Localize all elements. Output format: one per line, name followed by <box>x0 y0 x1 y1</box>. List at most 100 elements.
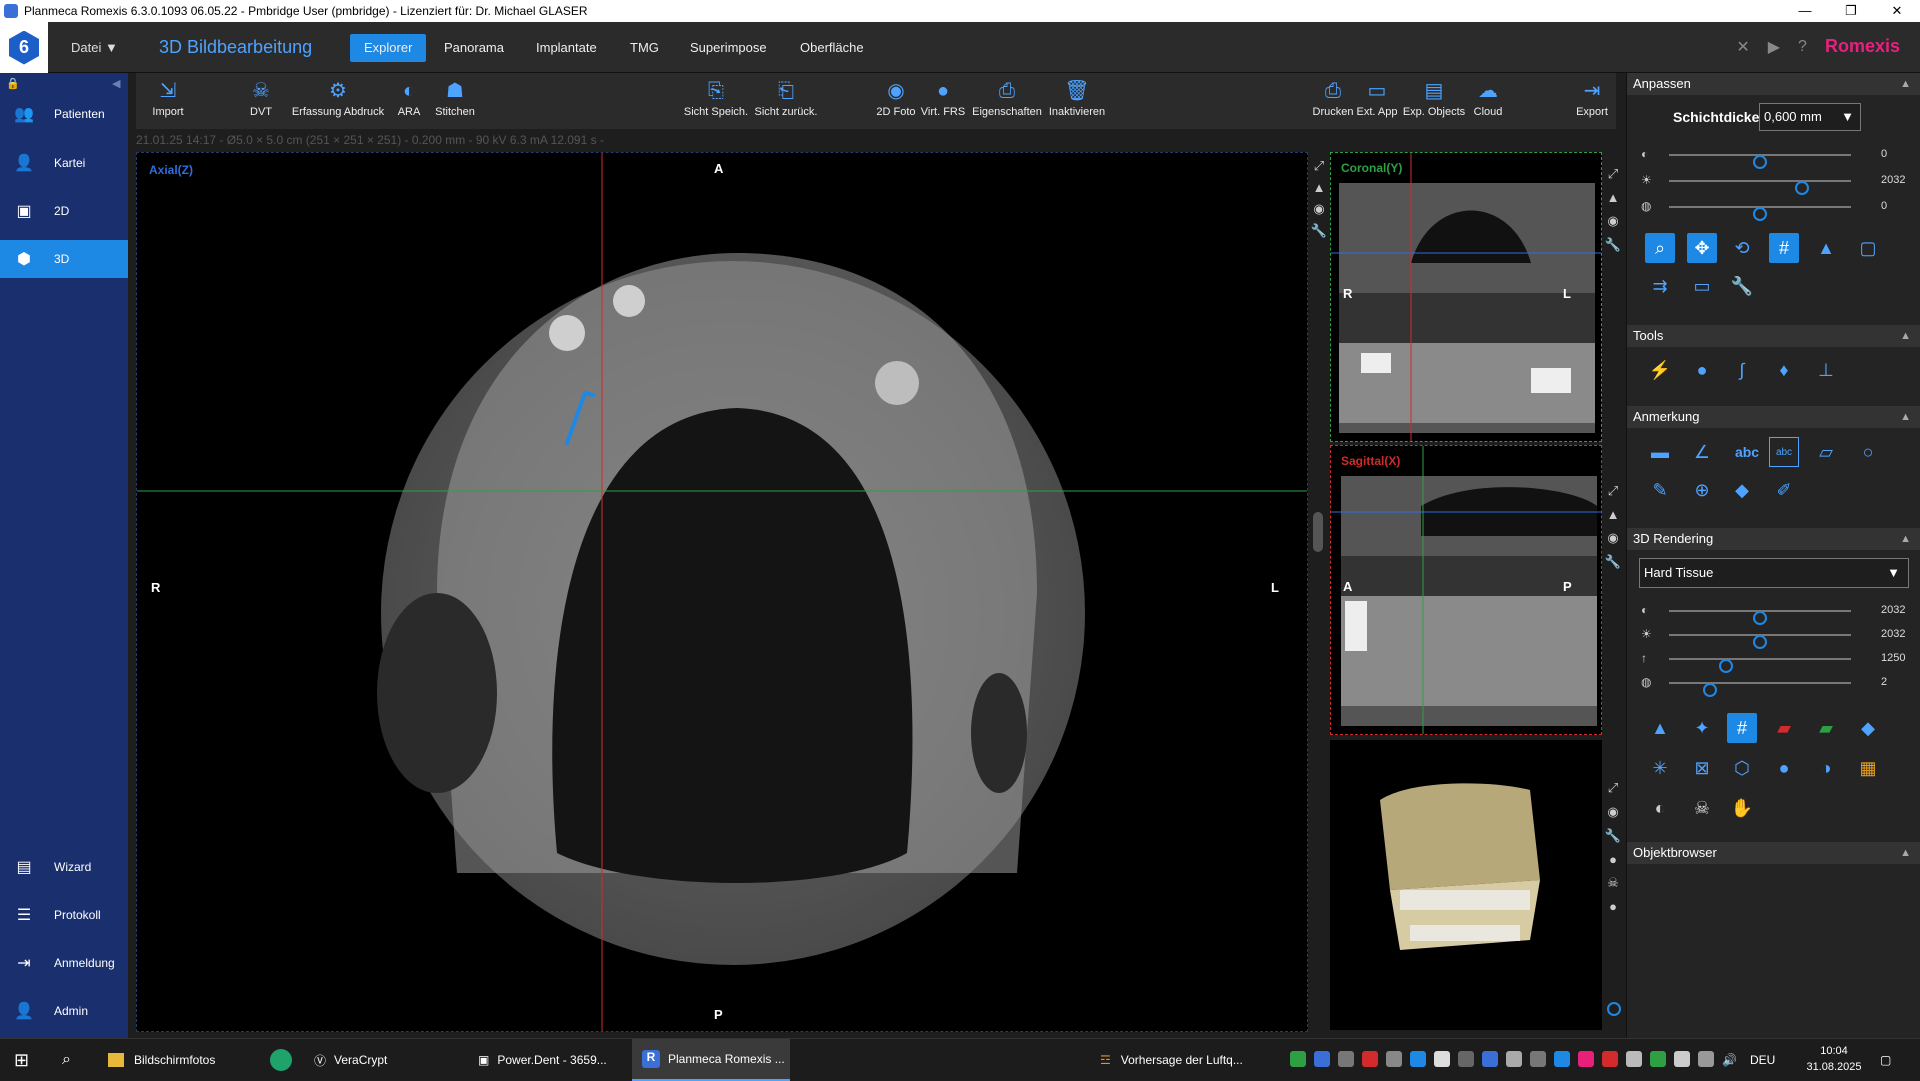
sagittal-plane-icon[interactable]: ▰ <box>1769 713 1799 743</box>
sidebar-item-patienten[interactable]: 👥 Patienten <box>0 95 128 133</box>
text-box-button[interactable]: abc <box>1769 437 1799 467</box>
tray-icon[interactable] <box>1362 1051 1378 1067</box>
histogram-icon[interactable]: ▲ <box>1811 233 1841 263</box>
text-annotation-button[interactable]: abc <box>1727 437 1767 467</box>
curve-tool-icon[interactable]: ∫ <box>1727 355 1757 385</box>
tab-oberflaeche[interactable]: Oberfläche <box>786 34 878 62</box>
camera-icon[interactable]: ◉ <box>1602 213 1624 229</box>
crosshair-tool-icon[interactable]: # <box>1769 233 1799 263</box>
wrench-icon[interactable]: 🔧 <box>1602 828 1624 844</box>
measure-pen-icon[interactable]: ✎ <box>1645 475 1675 505</box>
erfassung-abdruck-button[interactable]: ⚙ Erfassung Abdruck <box>288 79 388 118</box>
camera-icon[interactable]: ◉ <box>1602 530 1624 546</box>
windows-start-icon[interactable]: ⊞ <box>14 1039 38 1081</box>
head-front-icon[interactable]: ● <box>1769 753 1799 783</box>
wrench-icon[interactable]: 🔧 <box>1602 554 1624 570</box>
slider-knob[interactable] <box>1753 155 1767 169</box>
video-icon[interactable]: ▶ <box>1768 37 1780 57</box>
eigenschaften-button[interactable]: ⎙ Eigenschaften <box>970 79 1044 118</box>
sidebar-item-kartei[interactable]: 👤 Kartei <box>0 144 128 182</box>
tray-icon[interactable] <box>1650 1051 1666 1067</box>
slider-knob[interactable] <box>1753 207 1767 221</box>
cloud-button[interactable]: ☁ Cloud <box>1470 79 1506 118</box>
orientation-icon[interactable]: ▲ <box>1602 507 1624 522</box>
edge-icon[interactable] <box>270 1039 294 1081</box>
brightness-slider[interactable]: ☀ 2032 <box>1641 173 1911 195</box>
minimize-icon[interactable]: — <box>1782 3 1828 19</box>
render-brightness-slider[interactable]: ☀ 2032 <box>1641 627 1911 649</box>
zoom-tool-icon[interactable]: ⌕ <box>1645 233 1675 263</box>
slider-knob[interactable] <box>1702 683 1717 697</box>
orientation-icon[interactable]: ▲ <box>1308 180 1330 195</box>
tray-icon[interactable] <box>1530 1051 1546 1067</box>
expand-icon[interactable]: ⤢ <box>1308 158 1330 174</box>
histogram-icon[interactable]: ▲ <box>1645 713 1675 743</box>
romexis-logo[interactable]: 6 <box>0 22 48 73</box>
3d-render-view[interactable] <box>1330 740 1602 1030</box>
wrench-icon[interactable]: 🔧 <box>1308 223 1330 239</box>
ext-app-button[interactable]: ▭ Ext. App <box>1356 79 1398 118</box>
section-anmerkung[interactable]: Anmerkung ▲ <box>1627 406 1920 428</box>
2d-foto-button[interactable]: ◉ 2D Foto <box>876 79 916 118</box>
tray-icon[interactable] <box>1290 1051 1306 1067</box>
tab-superimpose[interactable]: Superimpose <box>676 34 781 62</box>
taskbar-item-bildschirmfotos[interactable]: Bildschirmfotos <box>108 1039 256 1081</box>
panorama-curve-icon[interactable]: ⇉ <box>1645 271 1675 301</box>
rectangle-icon[interactable]: ▱ <box>1811 437 1841 467</box>
close-icon[interactable]: ✕ <box>1874 3 1920 19</box>
tray-icon[interactable] <box>1410 1051 1426 1067</box>
tray-icon[interactable] <box>1698 1051 1714 1067</box>
sharpness-slider[interactable]: ◍ 0 <box>1641 199 1911 221</box>
sidebar-item-2d[interactable]: ▣ 2D <box>0 192 128 230</box>
wrench-icon[interactable]: 🔧 <box>1602 237 1624 253</box>
tray-icon[interactable] <box>1554 1051 1570 1067</box>
skull-icon[interactable]: ☠ <box>1687 793 1717 823</box>
stitchen-button[interactable]: ☗ Stitchen <box>432 79 478 118</box>
crosshair-icon[interactable]: # <box>1727 713 1757 743</box>
wrench-icon[interactable]: 🔧 <box>1727 271 1757 301</box>
brush-icon[interactable]: ✐ <box>1769 475 1799 505</box>
help-icon[interactable]: ? <box>1798 38 1807 56</box>
axial-scrollbar[interactable] <box>1313 512 1323 552</box>
axial-view[interactable]: Axial(Z) A P R L <box>136 152 1308 1032</box>
dvt-button[interactable]: ☠ DVT <box>246 79 276 118</box>
tab-explorer[interactable]: Explorer <box>350 34 427 62</box>
axial-plane-icon[interactable]: ◆ <box>1853 713 1883 743</box>
notification-icon[interactable]: ▢ <box>1880 1039 1900 1081</box>
section-objektbrowser[interactable]: Objektbrowser ▲ <box>1627 842 1920 864</box>
slider-knob[interactable] <box>1795 181 1809 195</box>
tray-icon[interactable] <box>1386 1051 1402 1067</box>
taskbar-item-veracrypt[interactable]: Ⓥ VeraCrypt <box>314 1039 464 1081</box>
virt-frs-button[interactable]: ● Virt. FRS <box>920 79 966 118</box>
section-tools[interactable]: Tools ▲ <box>1627 325 1920 347</box>
circle-icon[interactable]: ○ <box>1853 437 1883 467</box>
hand-icon[interactable]: ✋ <box>1727 793 1757 823</box>
exp-objects-button[interactable]: ▤ Exp. Objects <box>1402 79 1466 118</box>
head-side-icon[interactable]: ● <box>1602 899 1624 914</box>
sidebar-item-protokoll[interactable]: ☰ Protokoll <box>0 896 128 934</box>
slider-knob[interactable] <box>1719 659 1734 673</box>
section-anpassen[interactable]: Anpassen ▲ <box>1627 73 1920 95</box>
taskbar-item-romexis[interactable]: R Planmeca Romexis ... <box>632 1039 790 1081</box>
expand-icon[interactable]: ⤢ <box>1602 780 1624 796</box>
coronal-view[interactable]: Coronal(Y) R L <box>1330 152 1602 442</box>
sagittal-view[interactable]: Sagittal(X) A P <box>1330 445 1602 735</box>
export-button[interactable]: ⇥ Export <box>1572 79 1612 118</box>
eraser-icon[interactable]: ◆ <box>1727 475 1757 505</box>
pan-tool-icon[interactable]: ✥ <box>1687 233 1717 263</box>
cube-outline-icon[interactable]: ⬡ <box>1727 753 1757 783</box>
tray-icon[interactable] <box>1578 1051 1594 1067</box>
schichtdicke-select[interactable]: 0,600 mm ▼ <box>1759 103 1861 131</box>
tray-icon[interactable] <box>1314 1051 1330 1067</box>
tray-icon[interactable] <box>1482 1051 1498 1067</box>
head-side-icon[interactable]: ◑ <box>1811 753 1841 783</box>
search-icon[interactable]: ⌕ <box>62 1039 86 1081</box>
roi-icon[interactable]: ▢ <box>1853 233 1883 263</box>
expand-icon[interactable]: ⤢ <box>1602 483 1624 499</box>
tab-implantate[interactable]: Implantate <box>522 34 611 62</box>
slider-knob[interactable] <box>1753 611 1767 625</box>
sidebar-item-wizard[interactable]: ▤ Wizard <box>0 848 128 886</box>
render-preset-select[interactable]: Hard Tissue ▼ <box>1639 558 1909 588</box>
head-icon[interactable]: ● <box>1602 852 1624 867</box>
color-grid-icon[interactable]: ▦ <box>1853 753 1883 783</box>
